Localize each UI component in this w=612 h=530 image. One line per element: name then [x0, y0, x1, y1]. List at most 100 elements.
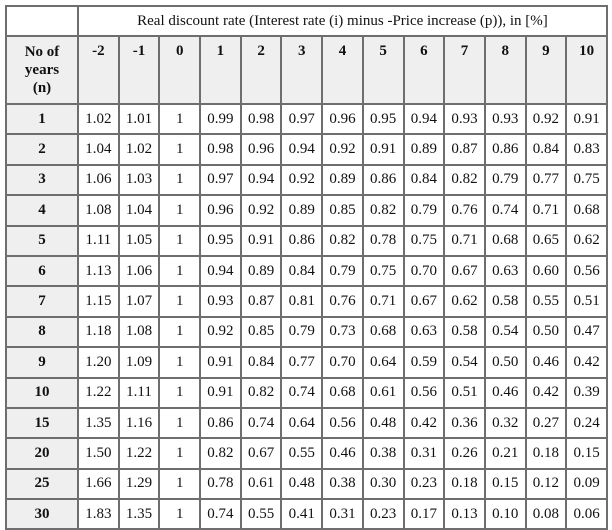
factor-cell: 0.64 — [361, 346, 405, 379]
factor-cell: 1.06 — [77, 163, 120, 197]
factor-cell: 1.16 — [117, 406, 161, 440]
factor-cell: 0.89 — [280, 194, 324, 227]
factor-cell: 1.22 — [117, 437, 161, 470]
factor-cell: 0.64 — [280, 406, 324, 440]
factor-cell: 0.56 — [321, 406, 364, 440]
years-cell: 25 — [5, 467, 79, 501]
factor-cell: 0.10 — [483, 498, 527, 530]
factor-cell: 0.18 — [524, 437, 568, 470]
factor-cell: 1.83 — [77, 498, 120, 530]
factor-cell: 0.23 — [402, 467, 446, 501]
factor-cell: 0.99 — [199, 102, 242, 136]
factor-cell: 0.92 — [280, 163, 324, 197]
factor-cell: 1.13 — [77, 254, 120, 288]
row-header-line: years — [24, 62, 60, 78]
factor-cell: 1 — [158, 163, 202, 197]
factor-cell: 0.75 — [402, 224, 446, 257]
factor-cell: 0.62 — [443, 285, 486, 318]
factor-cell: 0.84 — [280, 254, 324, 288]
factor-cell: 0.75 — [565, 163, 608, 197]
years-cell: 30 — [5, 498, 79, 530]
factor-cell: 1.15 — [77, 285, 120, 318]
factor-cell: 0.56 — [565, 254, 608, 288]
factor-cell: 1.50 — [77, 437, 120, 470]
table-row: 10 1.22 1.11 1 0.91 0.82 0.74 0.68 0.61 0.56 0.51 0… — [5, 376, 608, 409]
factor-cell: 1 — [158, 346, 202, 379]
factor-cell: 0.93 — [443, 102, 486, 136]
factor-cell: 0.08 — [524, 498, 568, 530]
factor-cell: 0.96 — [199, 194, 242, 227]
factor-cell: 0.89 — [402, 133, 446, 166]
factor-cell: 0.42 — [565, 346, 608, 379]
years-cell: 4 — [5, 194, 79, 227]
factor-cell: 0.92 — [239, 194, 283, 227]
title-row: Real discount rate (Interest rate (i) mi… — [5, 5, 608, 37]
years-cell: 3 — [5, 163, 79, 197]
factor-cell: 1 — [158, 315, 202, 349]
table-row: 5 1.11 1.05 1 0.95 0.91 0.86 0.82 0.78 0.75 0.71 0.… — [5, 224, 608, 257]
factor-cell: 0.78 — [199, 467, 242, 501]
table-row: 15 1.35 1.16 1 0.86 0.74 0.64 0.56 0.48 0.42 0.36 0… — [5, 406, 608, 440]
factor-cell: 0.41 — [280, 498, 324, 530]
factor-cell: 0.76 — [443, 194, 486, 227]
factor-cell: 0.97 — [199, 163, 242, 197]
factor-cell: 0.61 — [239, 467, 283, 501]
table-row: 8 1.18 1.08 1 0.92 0.85 0.79 0.73 0.68 0.63 0.58 0.… — [5, 315, 608, 349]
factor-cell: 0.85 — [239, 315, 283, 349]
factor-cell: 0.75 — [361, 254, 405, 288]
factor-cell: 0.68 — [483, 224, 527, 257]
factor-cell: 0.73 — [321, 315, 364, 349]
years-cell: 8 — [5, 315, 79, 349]
factor-cell: 0.77 — [280, 346, 324, 379]
factor-cell: 0.91 — [565, 102, 608, 136]
factor-cell: 1.01 — [117, 102, 161, 136]
factor-cell: 1.29 — [117, 467, 161, 501]
factor-cell: 0.32 — [483, 406, 527, 440]
factor-cell: 1 — [158, 102, 202, 136]
row-header-label: No of years (n) — [5, 35, 79, 105]
factor-cell: 0.67 — [443, 254, 486, 288]
years-cell: 15 — [5, 406, 79, 440]
factor-cell: 0.59 — [402, 346, 446, 379]
factor-cell: 0.79 — [402, 194, 446, 227]
factor-cell: 0.82 — [361, 194, 405, 227]
factor-cell: 0.31 — [321, 498, 364, 530]
factor-cell: 0.60 — [524, 254, 568, 288]
factor-cell: 0.96 — [239, 133, 283, 166]
factor-cell: 0.94 — [239, 163, 283, 197]
factor-cell: 1.66 — [77, 467, 120, 501]
table-row: 4 1.08 1.04 1 0.96 0.92 0.89 0.85 0.82 0.79 0.76 0.… — [5, 194, 608, 227]
factor-cell: 0.74 — [239, 406, 283, 440]
factor-cell: 0.86 — [280, 224, 324, 257]
factor-cell: 0.42 — [402, 406, 446, 440]
factor-cell: 0.58 — [483, 285, 527, 318]
factor-cell: 0.97 — [280, 102, 324, 136]
factor-cell: 0.86 — [199, 406, 242, 440]
factor-cell: 1.03 — [117, 163, 161, 197]
column-header: 2 — [239, 35, 283, 105]
factor-cell: 0.89 — [321, 163, 364, 197]
factor-cell: 0.63 — [483, 254, 527, 288]
years-cell: 20 — [5, 437, 79, 470]
factor-cell: 1.04 — [77, 133, 120, 166]
factor-cell: 0.93 — [199, 285, 242, 318]
factor-cell: 0.61 — [361, 376, 405, 409]
factor-cell: 0.70 — [321, 346, 364, 379]
factor-cell: 0.71 — [361, 285, 405, 318]
factor-cell: 0.71 — [524, 194, 568, 227]
factor-cell: 1.02 — [77, 102, 120, 136]
factor-cell: 0.13 — [443, 498, 486, 530]
factor-cell: 1.04 — [117, 194, 161, 227]
factor-cell: 0.87 — [443, 133, 486, 166]
factor-cell: 0.92 — [199, 315, 242, 349]
column-header: -1 — [117, 35, 161, 105]
factor-cell: 1.35 — [117, 498, 161, 530]
factor-cell: 0.27 — [524, 406, 568, 440]
factor-cell: 0.95 — [199, 224, 242, 257]
column-header: 10 — [565, 35, 608, 105]
factor-cell: 0.09 — [565, 467, 608, 501]
factor-cell: 1 — [158, 376, 202, 409]
factor-cell: 0.84 — [239, 346, 283, 379]
factor-cell: 0.91 — [239, 224, 283, 257]
years-cell: 10 — [5, 376, 79, 409]
